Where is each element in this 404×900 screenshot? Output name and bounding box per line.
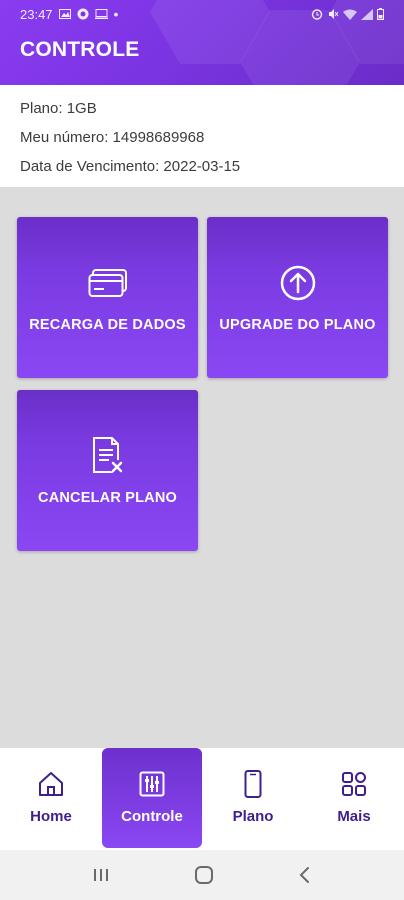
status-bar: 23:47 • (0, 0, 404, 28)
home-icon (39, 772, 63, 796)
tile-label: CANCELAR PLANO (38, 490, 177, 506)
plan-label: Plano: 1GB (20, 100, 97, 117)
plan-info-panel: Plano: 1GB Meu número: 14998689968 Data … (0, 85, 404, 187)
nav-label: Mais (337, 808, 371, 825)
app-header: 23:47 • CONTROLE (0, 0, 404, 85)
alarm-icon (311, 9, 323, 20)
circle-icon (77, 8, 89, 20)
tile-label: RECARGA DE DADOS (29, 317, 186, 333)
back-button[interactable] (298, 866, 312, 884)
status-time: 23:47 (20, 6, 53, 22)
wifi-icon (343, 9, 357, 20)
nav-label: Plano (232, 808, 274, 825)
nav-item-controle[interactable]: Controle (102, 748, 202, 848)
nav-item-plano[interactable]: Plano (203, 748, 303, 848)
sliders-icon (139, 771, 165, 797)
signal-icon (361, 8, 373, 20)
nav-item-mais[interactable]: Mais (304, 748, 404, 848)
mute-icon (329, 9, 339, 19)
screen-icon (94, 9, 108, 19)
upgrade-plan-tile[interactable]: UPGRADE DO PLANO (207, 217, 388, 378)
nav-label: Home (30, 808, 72, 825)
battery-icon (377, 8, 384, 20)
phone-number-label: Meu número: 14998689968 (20, 129, 205, 146)
nav-label: Controle (121, 808, 183, 825)
credit-card-icon (88, 269, 127, 297)
tile-label: UPGRADE DO PLANO (219, 317, 376, 333)
dot-icon: • (113, 6, 119, 22)
recharge-data-tile[interactable]: RECARGA DE DADOS (17, 217, 198, 378)
image-icon (58, 9, 71, 19)
recents-button[interactable] (92, 867, 110, 883)
bottom-navigation: Home Controle Plano Mais (0, 748, 404, 850)
system-navigation-bar (0, 850, 404, 900)
due-date-label: Data de Vencimento: 2022-03-15 (20, 158, 241, 175)
nav-item-home[interactable]: Home (1, 748, 101, 848)
cancel-plan-tile[interactable]: CANCELAR PLANO (17, 390, 198, 551)
home-button[interactable] (194, 865, 214, 885)
arrow-up-circle-icon (280, 265, 315, 301)
cancel-document-icon (92, 437, 124, 474)
grid-icon (342, 772, 366, 796)
page-title: CONTROLE (20, 38, 140, 61)
phone-icon (244, 770, 262, 798)
